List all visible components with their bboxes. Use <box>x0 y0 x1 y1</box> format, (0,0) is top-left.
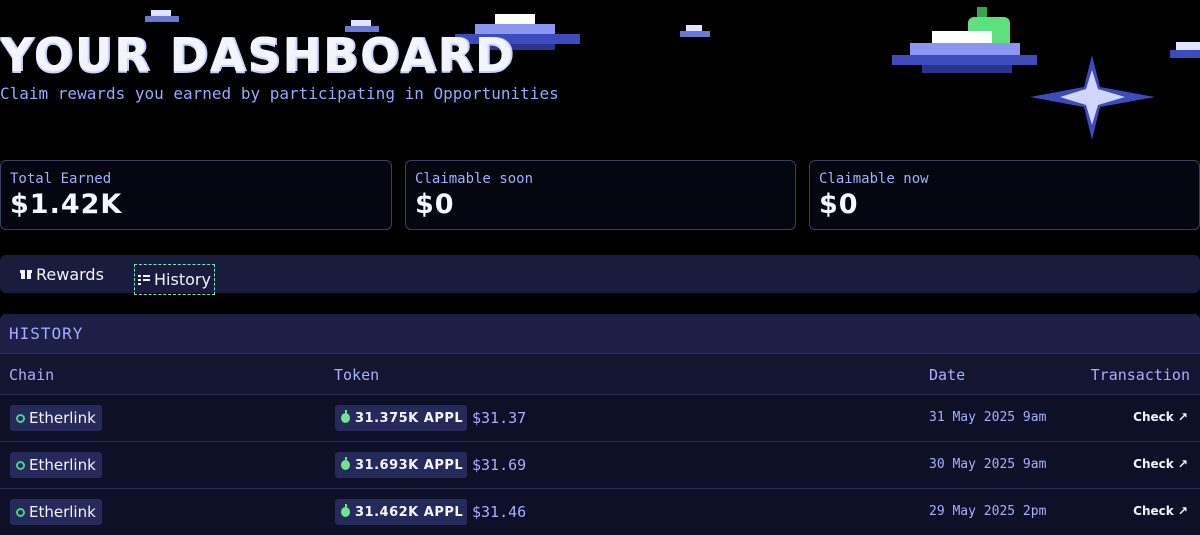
table-row: Etherlink 31.375K APPL $31.37 31 May 202… <box>0 395 1200 442</box>
column-header-token: Token <box>334 366 380 384</box>
cloud-decoration <box>892 7 1037 73</box>
claimable-now-card: Claimable now $0 <box>809 160 1200 230</box>
claimable-soon-card: Claimable soon $0 <box>405 160 796 230</box>
token-amount: 31.375K APPL <box>355 410 464 426</box>
column-header-date: Date <box>929 366 966 384</box>
apple-token-icon <box>341 410 350 423</box>
page-subtitle: Claim rewards you earned by participatin… <box>0 84 559 103</box>
check-transaction-link[interactable]: Check ↗ <box>1133 410 1188 424</box>
tab-bar: Rewards History <box>0 255 1200 295</box>
cloud-decoration <box>1170 42 1200 58</box>
stat-label: Claimable soon <box>415 171 534 187</box>
stat-value: $0 <box>819 189 859 220</box>
table-row: Etherlink 31.693K APPL $31.69 30 May 202… <box>0 442 1200 489</box>
check-transaction-link[interactable]: Check ↗ <box>1133 504 1188 518</box>
token-amount: 31.462K APPL <box>355 504 464 520</box>
history-title: HISTORY <box>0 314 1200 354</box>
total-earned-card: Total Earned $1.42K <box>0 160 392 230</box>
tab-history[interactable]: History <box>134 264 215 295</box>
list-icon <box>138 274 150 285</box>
history-panel: HISTORY Chain Token Date Transaction Eth… <box>0 314 1200 535</box>
token-badge: 31.693K APPL <box>335 452 468 478</box>
token-usd-value: $31.46 <box>472 503 527 521</box>
column-header-transaction: Transaction <box>1090 366 1190 384</box>
token-badge: 31.375K APPL <box>335 405 468 431</box>
tab-rewards[interactable]: Rewards <box>20 263 104 285</box>
row-date: 31 May 2025 9am <box>929 410 1047 425</box>
chain-icon <box>16 460 25 470</box>
chain-badge: Etherlink <box>10 499 102 525</box>
chain-icon <box>16 507 25 517</box>
token-badge: 31.462K APPL <box>335 499 468 525</box>
chain-name: Etherlink <box>29 409 96 427</box>
table-row: Etherlink 31.462K APPL $31.46 29 May 202… <box>0 489 1200 535</box>
chain-badge: Etherlink <box>10 405 102 431</box>
page-title: YOUR DASHBOARD <box>0 28 516 82</box>
row-date: 29 May 2025 2pm <box>929 504 1047 519</box>
check-transaction-link[interactable]: Check ↗ <box>1133 457 1188 471</box>
tab-label: History <box>154 270 211 289</box>
tab-label: Rewards <box>36 264 104 284</box>
token-amount: 31.693K APPL <box>355 457 464 473</box>
apple-token-icon <box>341 457 350 470</box>
apple-token-icon <box>341 504 350 517</box>
chain-icon <box>16 413 25 423</box>
cloud-decoration <box>145 10 179 22</box>
stat-label: Claimable now <box>819 171 929 187</box>
cloud-decoration <box>680 25 710 37</box>
stat-value: $1.42K <box>10 189 123 220</box>
stat-value: $0 <box>415 189 455 220</box>
chain-name: Etherlink <box>29 503 96 521</box>
row-date: 30 May 2025 9am <box>929 457 1047 472</box>
star-decoration <box>1030 55 1155 140</box>
column-header-chain: Chain <box>9 366 55 384</box>
chain-badge: Etherlink <box>10 452 102 478</box>
token-usd-value: $31.69 <box>472 456 527 474</box>
stat-label: Total Earned <box>10 171 112 187</box>
chain-name: Etherlink <box>29 456 96 474</box>
token-usd-value: $31.37 <box>472 409 527 427</box>
gift-icon <box>20 270 32 279</box>
table-header: Chain Token Date Transaction <box>0 354 1200 395</box>
